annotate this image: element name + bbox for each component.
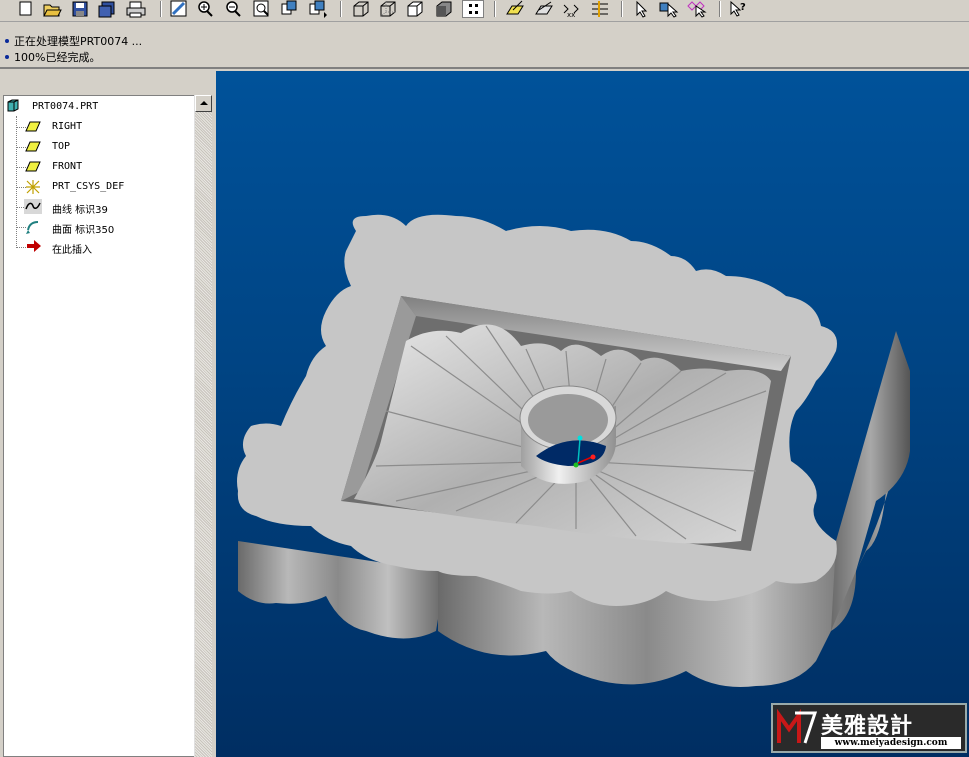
- toolbar-separator: [494, 1, 496, 17]
- zoom-out-icon[interactable]: [223, 0, 245, 18]
- tree-root-label: PRT0074.PRT: [32, 101, 99, 112]
- csys-point: [590, 454, 596, 460]
- toolbar-separator: [719, 1, 721, 17]
- part-icon: [6, 99, 20, 116]
- model-tree[interactable]: PRT0074.PRT RIGHT TOP FRONT PRT_CSYS_DEF…: [3, 95, 194, 757]
- select-icon[interactable]: [629, 0, 651, 18]
- tree-item-label: TOP: [52, 141, 71, 152]
- curve-icon: [24, 199, 42, 214]
- tree-item-label: FRONT: [52, 161, 83, 172]
- shading-icon[interactable]: [433, 0, 455, 18]
- tree-connector: [16, 247, 26, 248]
- logo-mark-icon: [777, 709, 818, 744]
- tree-scrollbar[interactable]: [194, 95, 212, 757]
- query-select-icon[interactable]: [658, 0, 680, 18]
- datum-axis-display-icon[interactable]: [533, 0, 555, 18]
- boss-hole: [528, 394, 608, 446]
- toolbar-separator: [621, 1, 623, 17]
- main-toolbar: xx ?: [0, 0, 969, 22]
- no-hidden-icon[interactable]: [404, 0, 426, 18]
- coord-sys-display-icon[interactable]: [589, 0, 611, 18]
- pick-from-list-icon[interactable]: [686, 0, 708, 18]
- whats-this-icon[interactable]: ?: [727, 0, 749, 18]
- svg-text:xx: xx: [567, 11, 575, 18]
- part-model-3d[interactable]: [216, 71, 969, 757]
- scroll-up-button[interactable]: [195, 95, 212, 112]
- orient-icon[interactable]: [279, 0, 301, 18]
- open-icon[interactable]: [41, 0, 63, 18]
- coordinate-system-icon: [24, 179, 42, 198]
- tree-item-label: 曲线 标识39: [52, 205, 108, 216]
- datum-plane-icon: [24, 139, 42, 156]
- model-tree-icon[interactable]: [462, 0, 484, 18]
- insert-here-arrow-icon: [26, 239, 42, 256]
- tree-item-label: RIGHT: [52, 121, 83, 132]
- saved-views-icon[interactable]: [307, 0, 329, 18]
- datum-plane-icon: [24, 119, 42, 136]
- message-text: 正在处理模型PRT0074 ...: [14, 35, 143, 48]
- wireframe-icon[interactable]: [350, 0, 372, 18]
- watermark-logo: 美雅設計 www.meiyadesign.com: [771, 703, 967, 753]
- save-icon[interactable]: [69, 0, 91, 18]
- tree-item-label: 曲面 标识350: [52, 225, 115, 236]
- toolbar-separator: [160, 1, 162, 17]
- message-line: 正在处理模型PRT0074 ...: [5, 33, 142, 49]
- surface-icon: [24, 219, 42, 238]
- logo-title: 美雅設計: [821, 714, 914, 739]
- model-tree-panel: PRT0074.PRT RIGHT TOP FRONT PRT_CSYS_DEF…: [0, 71, 216, 757]
- tree-item-label: 在此插入: [52, 245, 92, 256]
- datum-plane-display-icon[interactable]: [504, 0, 526, 18]
- datum-point-display-icon[interactable]: xx: [561, 0, 583, 18]
- datum-plane-icon: [24, 159, 42, 176]
- tree-item-label: PRT_CSYS_DEF: [52, 181, 125, 192]
- bullet-icon: [5, 39, 9, 43]
- refit-icon[interactable]: [251, 0, 273, 18]
- toolbar-separator: [340, 1, 342, 17]
- side-wall-right: [831, 331, 910, 631]
- csys-point: [577, 435, 583, 441]
- csys-point: [573, 462, 579, 468]
- zoom-in-icon[interactable]: [195, 0, 217, 18]
- graphics-viewport[interactable]: 美雅設計 www.meiyadesign.com: [216, 71, 969, 757]
- message-area: 正在处理模型PRT0074 ... 100%已经完成。: [0, 22, 969, 69]
- print-icon[interactable]: [125, 0, 147, 18]
- hidden-line-icon[interactable]: [377, 0, 399, 18]
- svg-text:?: ?: [740, 2, 746, 13]
- repaint-icon[interactable]: [168, 0, 190, 18]
- message-text: 100%已经完成。: [14, 51, 101, 64]
- message-line: 100%已经完成。: [5, 49, 100, 65]
- save-copy-icon[interactable]: [96, 0, 118, 18]
- logo-url: www.meiyadesign.com: [821, 737, 961, 749]
- bullet-icon: [5, 55, 9, 59]
- new-icon[interactable]: [14, 0, 36, 18]
